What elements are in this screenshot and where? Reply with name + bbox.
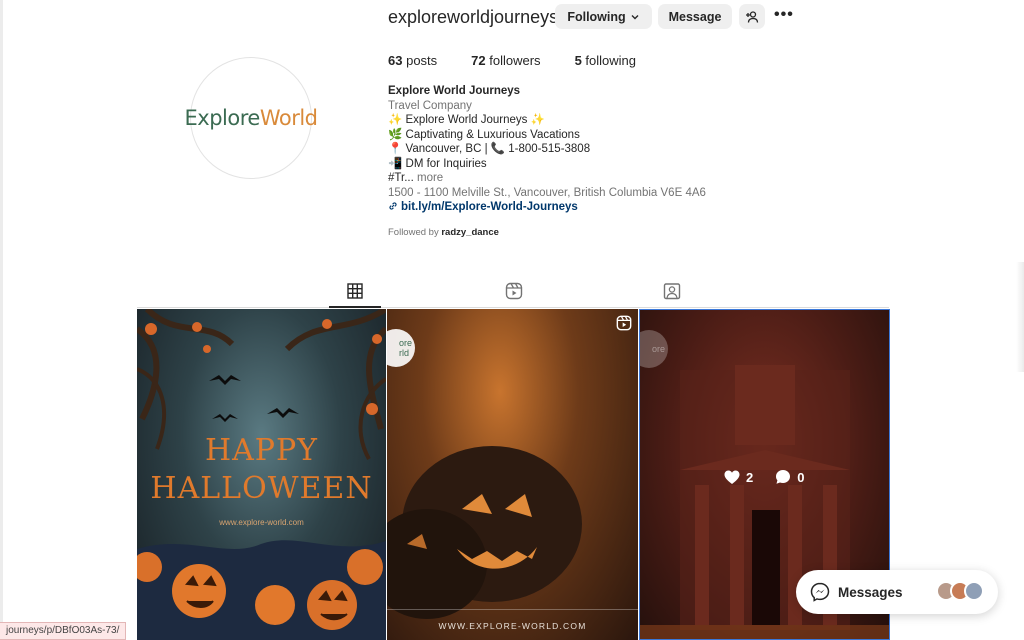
profile-username: exploreworldjourneys <box>388 7 559 27</box>
logo-word-world: World <box>259 106 318 130</box>
message-button-label: Message <box>668 9 722 24</box>
post-title-line: HAPPY <box>204 433 318 468</box>
bio-address[interactable]: 1500 - 1100 Melville St., Vancouver, Bri… <box>388 186 808 201</box>
message-avatars <box>936 581 984 601</box>
post-caption-url: WWW.EXPLORE-WORLD.COM <box>438 621 587 631</box>
bio-truncated-line: #Tr... more <box>388 171 808 186</box>
following-button[interactable]: Following <box>555 4 652 29</box>
bio-more-link[interactable]: more <box>417 172 443 184</box>
messages-button[interactable]: Messages <box>796 570 998 614</box>
profile-stats: 63 posts 72 followers 5 following <box>388 53 670 68</box>
window-edge <box>0 0 3 640</box>
tab-posts[interactable] <box>345 281 365 301</box>
reels-icon <box>505 282 523 300</box>
bio-line: 📍 Vancouver, BC | 📞 1-800-515-3808 <box>388 143 591 155</box>
posts-stat: 63 posts <box>388 53 437 68</box>
chevron-down-icon <box>631 14 639 19</box>
tabs-divider <box>137 307 889 308</box>
bio-category: Travel Company <box>388 99 472 112</box>
post-thumbnail[interactable]: HAPPY HALLOWEEN www.explore-world.com <box>137 309 386 640</box>
likes-count: 2 <box>746 469 754 485</box>
heart-icon <box>724 470 740 484</box>
reels-icon <box>616 315 632 331</box>
divider <box>387 609 638 610</box>
likes-stat: 2 <box>724 469 753 485</box>
link-icon <box>389 202 397 210</box>
following-label: following <box>585 53 637 68</box>
message-button[interactable]: Message <box>658 4 732 29</box>
posts-count: 63 <box>388 53 403 68</box>
bio-link-row[interactable]: bit.ly/m/Explore-World-Journeys <box>388 200 808 215</box>
comment-icon <box>776 470 791 484</box>
add-user-icon <box>746 10 759 23</box>
followers-count: 72 <box>471 53 486 68</box>
comments-stat: 0 <box>775 469 804 485</box>
profile-avatar[interactable]: ExploreWorld <box>185 57 318 179</box>
posts-label: posts <box>406 53 438 68</box>
jack-o-lantern-artwork <box>387 446 582 619</box>
followers-stat[interactable]: 72 followers <box>471 53 540 68</box>
bio-line: 🌿 Captivating & Luxurious Vacations <box>388 128 580 141</box>
tab-tagged[interactable] <box>662 281 682 301</box>
post-title-line: HALLOWEEN <box>150 471 373 506</box>
status-bar-url: journeys/p/DBfO03As-73/ <box>0 622 127 640</box>
profile-bio: Explore World Journeys Travel Company ✨ … <box>388 84 808 215</box>
post-thumbnail[interactable]: ore rld WWW.EXPLORE-WORLD.COM <box>387 309 638 640</box>
followed-by[interactable]: Followed by radzy_dance <box>388 227 499 238</box>
bio-external-link[interactable]: bit.ly/m/Explore-World-Journeys <box>401 201 578 213</box>
followers-label: followers <box>489 53 541 68</box>
followed-by-user[interactable]: radzy_dance <box>441 227 499 238</box>
logo-word-explore: Explore <box>184 106 261 130</box>
messenger-icon <box>810 582 830 602</box>
avatar <box>964 581 984 601</box>
active-tab-indicator <box>329 306 381 308</box>
following-count: 5 <box>574 53 582 68</box>
bio-name: Explore World Journeys <box>388 85 521 97</box>
post-hover-stats: 2 0 <box>724 469 804 485</box>
post-caption-url: www.explore-world.com <box>219 518 304 527</box>
scroll-shadow <box>1016 262 1024 372</box>
comments-count: 0 <box>797 469 805 485</box>
following-stat[interactable]: 5 following <box>575 53 636 68</box>
followed-by-prefix: Followed by <box>388 227 439 238</box>
tab-reels[interactable] <box>504 281 524 301</box>
messages-label: Messages <box>838 584 903 600</box>
suggest-people-button[interactable] <box>739 4 765 29</box>
bio-line: ✨ Explore World Journeys ✨ <box>388 114 545 126</box>
following-button-label: Following <box>567 9 626 24</box>
bio-line: 📲 DM for Inquiries <box>388 157 487 170</box>
grid-icon <box>347 283 363 299</box>
bio-line: #Tr... <box>388 172 414 184</box>
more-options-icon[interactable]: ••• <box>774 6 794 24</box>
tagged-icon <box>663 283 681 300</box>
avatar-logo: ExploreWorld <box>185 106 318 130</box>
